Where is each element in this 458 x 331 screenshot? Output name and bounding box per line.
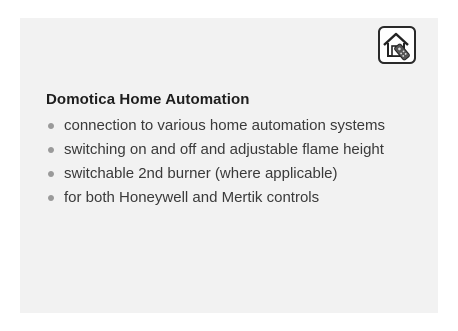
feature-item: connection to various home automation sy… [46, 114, 416, 138]
feature-item: switching on and off and adjustable flam… [46, 138, 416, 162]
bullet-icon [48, 195, 54, 201]
feature-item: switchable 2nd burner (where applicable) [46, 162, 416, 186]
feature-item: for both Honeywell and Mertik controls [46, 186, 416, 210]
bullet-icon [48, 147, 54, 153]
home-automation-icon [378, 26, 416, 64]
bullet-icon [48, 123, 54, 129]
section-title: Domotica Home Automation [46, 91, 250, 108]
feature-list: connection to various home automation sy… [46, 114, 416, 210]
feature-text: switching on and off and adjustable flam… [64, 141, 384, 158]
feature-text: for both Honeywell and Mertik controls [64, 189, 320, 206]
feature-text: switchable 2nd burner (where applicable) [64, 165, 338, 182]
feature-text: connection to various home automation sy… [64, 117, 385, 134]
bullet-icon [48, 171, 54, 177]
